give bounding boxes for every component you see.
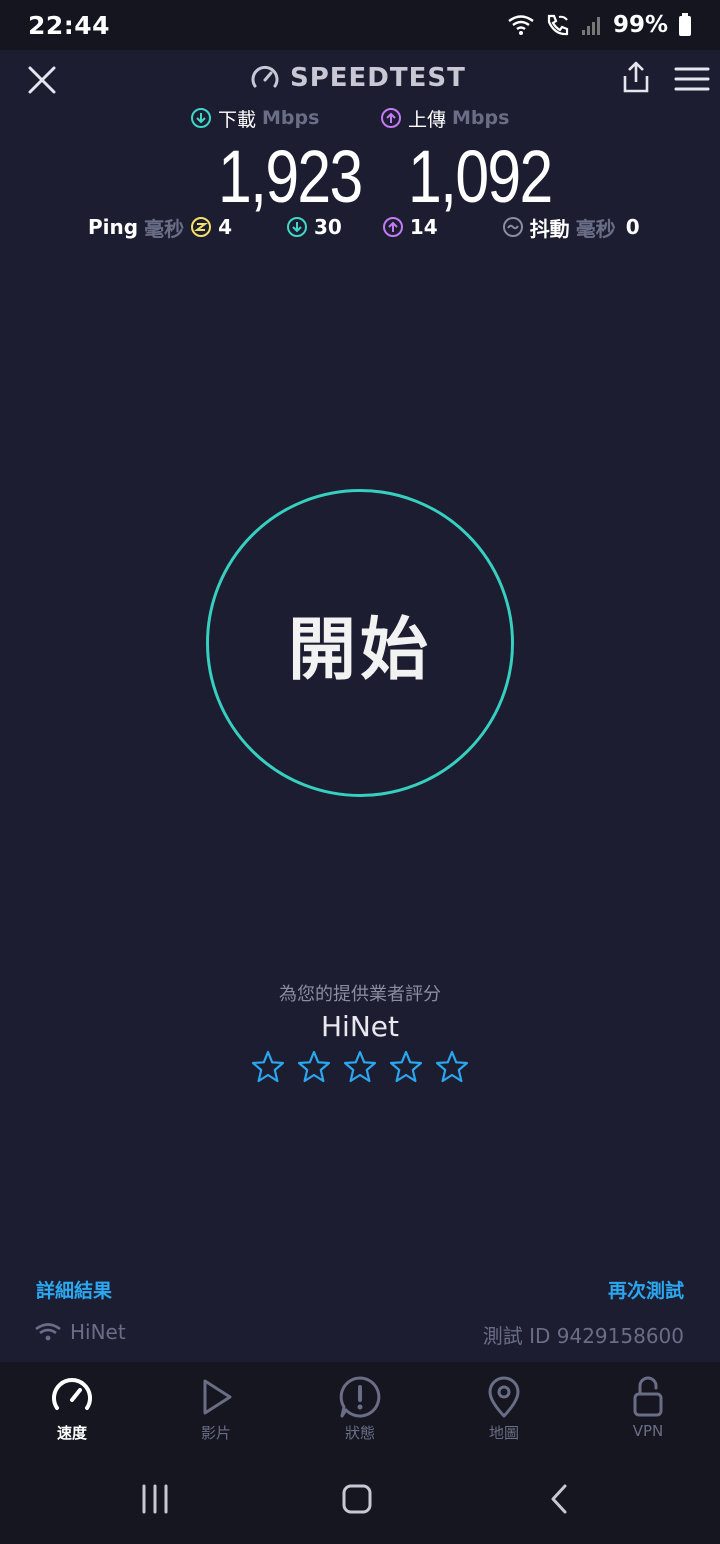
download-unit: Mbps <box>262 107 320 129</box>
tab-status[interactable]: 狀態 <box>288 1362 432 1454</box>
tab-map[interactable]: 地圖 <box>432 1362 576 1454</box>
ping-row: Ping 毫秒 4 30 14 抖動 毫秒 0 <box>88 212 640 242</box>
system-navigation-bar <box>0 1454 720 1544</box>
retest-link[interactable]: 再次測試 <box>608 1276 684 1303</box>
bottom-tab-bar: 速度 影片 狀態 地圖 VPN <box>0 1362 720 1454</box>
star-icon[interactable] <box>250 1049 286 1085</box>
app-title: SPEEDTEST <box>290 63 466 93</box>
home-icon[interactable] <box>340 1482 374 1516</box>
tab-label: 地圖 <box>488 1424 519 1442</box>
download-metric: 下載 Mbps 1,923 <box>190 104 393 219</box>
back-icon[interactable] <box>546 1482 572 1516</box>
network-name: HiNet <box>70 1320 126 1344</box>
jitter-unit: 毫秒 <box>575 216 616 241</box>
provider-rating: 為您的提供業者評分 HiNet <box>0 980 720 1085</box>
download-ping-icon <box>287 217 307 237</box>
tab-vpn[interactable]: VPN <box>576 1362 720 1454</box>
rating-stars <box>0 1049 720 1085</box>
map-pin-icon <box>488 1376 520 1418</box>
star-icon[interactable] <box>342 1049 378 1085</box>
app-header: SPEEDTEST <box>0 50 720 106</box>
upload-arrow-icon <box>381 108 401 128</box>
upload-metric: 上傳 Mbps 1,092 <box>380 104 583 219</box>
close-icon[interactable] <box>26 64 58 96</box>
wifi-icon <box>35 1323 61 1341</box>
speedtest-logo-icon <box>251 65 279 88</box>
rating-prompt: 為您的提供業者評分 <box>279 984 441 1005</box>
menu-icon[interactable] <box>674 64 710 94</box>
signal-icon <box>581 17 600 35</box>
network-info: HiNet <box>34 1320 126 1344</box>
tab-label: VPN <box>632 1422 664 1440</box>
status-time: 22:44 <box>28 10 111 40</box>
idle-ping-icon <box>191 217 212 237</box>
wifi-status-icon <box>508 15 534 35</box>
star-icon[interactable] <box>296 1049 332 1085</box>
jitter-value: 0 <box>625 215 640 239</box>
provider-name: HiNet <box>321 1010 399 1043</box>
tab-label: 影片 <box>200 1424 231 1442</box>
upload-ping-icon <box>382 217 403 237</box>
download-ping-value: 30 <box>314 215 342 239</box>
upload-ping-value: 14 <box>409 215 438 239</box>
star-icon[interactable] <box>388 1049 424 1085</box>
download-arrow-icon <box>191 108 211 128</box>
ping-unit: 毫秒 <box>144 216 185 241</box>
battery-percent: 99% <box>612 12 668 38</box>
upload-value: 1,092 <box>408 135 553 218</box>
tab-label: 速度 <box>56 1424 87 1442</box>
wifi-calling-icon <box>547 14 569 36</box>
jitter-label: 抖動 <box>529 216 570 241</box>
start-test-button[interactable]: 開始 <box>206 489 514 797</box>
share-icon[interactable] <box>620 60 652 94</box>
download-label: 下載 <box>218 108 257 131</box>
play-icon <box>203 1379 232 1415</box>
test-id: 測試 ID 9429158600 <box>482 1324 684 1348</box>
lock-open-icon <box>633 1376 663 1417</box>
status-icons: 99% <box>507 12 692 38</box>
upload-unit: Mbps <box>452 107 510 129</box>
status-bar: 22:44 99% <box>0 0 720 50</box>
star-icon[interactable] <box>434 1049 470 1085</box>
upload-label: 上傳 <box>408 108 447 131</box>
ping-label: Ping <box>88 215 139 239</box>
battery-icon <box>679 13 691 36</box>
start-test-label: 開始 <box>287 610 432 690</box>
tab-label: 狀態 <box>344 1424 375 1442</box>
jitter-icon <box>502 217 523 237</box>
download-value: 1,923 <box>218 135 363 218</box>
alert-bubble-icon <box>339 1376 381 1418</box>
idle-ping-value: 4 <box>218 215 232 239</box>
app-logo: SPEEDTEST <box>250 60 466 96</box>
tab-video[interactable]: 影片 <box>144 1362 288 1454</box>
tab-speed[interactable]: 速度 <box>0 1362 144 1454</box>
recent-apps-icon[interactable] <box>140 1482 170 1516</box>
speedometer-icon <box>52 1378 92 1410</box>
details-link[interactable]: 詳細結果 <box>36 1276 112 1303</box>
